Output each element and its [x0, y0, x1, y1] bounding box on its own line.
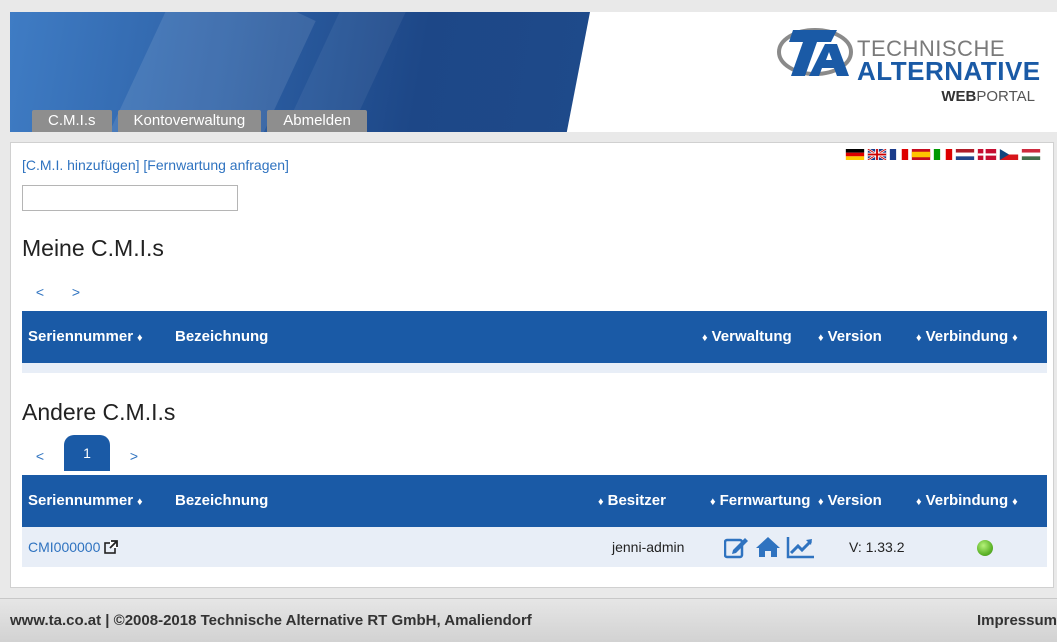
my-cmis-pager: < >: [22, 273, 94, 307]
table-row: CMI000000 jenni-admin V: 1.33.2: [22, 527, 1047, 567]
cmi-serial-link[interactable]: CMI000000: [28, 527, 119, 567]
other-cmis-pager: < 1 >: [22, 435, 152, 471]
request-remote-maintenance-link[interactable]: [Fernwartung anfragen]: [143, 157, 289, 173]
pager-prev[interactable]: <: [22, 277, 58, 307]
flag-cz-icon[interactable]: [999, 149, 1019, 160]
sort-icon: ♦: [818, 496, 824, 508]
remote-actions: [724, 527, 816, 567]
status-online-icon: [977, 540, 993, 557]
footer-copyright: www.ta.co.at | ©2008-2018 Technische Alt…: [10, 612, 532, 629]
flag-it-icon[interactable]: [933, 149, 953, 160]
nav-tab-cmis[interactable]: C.M.I.s: [32, 110, 112, 132]
sort-icon: ♦: [1012, 496, 1018, 508]
col-name[interactable]: Bezeichnung: [175, 475, 268, 527]
col-remote[interactable]: ♦ Fernwartung: [706, 475, 810, 527]
sort-icon: ♦: [137, 496, 143, 508]
flag-es-icon[interactable]: [911, 149, 931, 160]
pager-next[interactable]: >: [116, 441, 152, 471]
sort-icon: ♦: [137, 332, 143, 344]
col-name[interactable]: Bezeichnung: [175, 311, 268, 363]
search-input[interactable]: [22, 185, 238, 211]
main-content: [C.M.I. hinzufügen] [Fernwartung anfrage…: [10, 142, 1054, 588]
header: C.M.I.s Kontoverwaltung Abmelden TECHNIS…: [10, 12, 1057, 132]
flag-de-icon[interactable]: [845, 149, 865, 160]
col-connection[interactable]: ♦ Verbindung ♦: [912, 475, 1022, 527]
table-header: Seriennummer ♦ Bezeichnung ♦ Verwaltung ♦ V…: [22, 311, 1047, 363]
imprint-link[interactable]: Impressum: [977, 612, 1057, 629]
logo-text-webportal: WEBPORTAL: [941, 88, 1035, 105]
logo-text-alternative: ALTERNATIVE: [857, 56, 1041, 86]
flag-nl-icon[interactable]: [955, 149, 975, 160]
chart-icon[interactable]: [786, 535, 816, 559]
sort-icon: ♦: [916, 332, 922, 344]
col-serial[interactable]: Seriennummer ♦: [28, 311, 147, 363]
edit-icon[interactable]: [724, 535, 750, 559]
cmi-version: V: 1.33.2: [849, 539, 905, 555]
flag-hu-icon[interactable]: [1021, 149, 1041, 160]
flag-fr-icon[interactable]: [889, 149, 909, 160]
table-body-empty: [22, 363, 1047, 373]
flag-dk-icon[interactable]: [977, 149, 997, 160]
col-version[interactable]: ♦ Version: [814, 311, 882, 363]
ta-logo-mark-icon: [777, 28, 853, 76]
nav-tab-account[interactable]: Kontoverwaltung: [117, 110, 262, 132]
sort-icon: ♦: [598, 496, 604, 508]
other-cmis-table: Seriennummer ♦ Bezeichnung ♦ Besitzer ♦ Fer…: [22, 475, 1047, 567]
connection-status: [977, 527, 993, 567]
footer: www.ta.co.at | ©2008-2018 Technische Alt…: [0, 598, 1057, 642]
add-cmi-link[interactable]: [C.M.I. hinzufügen]: [22, 157, 140, 173]
col-connection[interactable]: ♦ Verbindung ♦: [912, 311, 1022, 363]
ta-logo: TECHNISCHE ALTERNATIVE WEBPORTAL: [775, 22, 1040, 112]
sort-icon: ♦: [710, 496, 716, 508]
sort-icon: ♦: [818, 332, 824, 344]
sort-icon: ♦: [916, 496, 922, 508]
table-header: Seriennummer ♦ Bezeichnung ♦ Besitzer ♦ Fer…: [22, 475, 1047, 527]
col-admin[interactable]: ♦ Verwaltung: [698, 311, 792, 363]
other-cmis-title: Andere C.M.I.s: [22, 399, 176, 425]
flag-gb-icon[interactable]: [867, 149, 887, 160]
sort-icon: ♦: [1012, 332, 1018, 344]
pager-prev[interactable]: <: [22, 441, 58, 471]
col-owner[interactable]: ♦ Besitzer: [594, 475, 666, 527]
col-version[interactable]: ♦ Version: [814, 475, 882, 527]
pager-next[interactable]: >: [58, 277, 94, 307]
external-link-icon[interactable]: [104, 540, 119, 554]
main-nav: C.M.I.s Kontoverwaltung Abmelden: [32, 110, 367, 132]
table-body: CMI000000 jenni-admin V: 1.33.2: [22, 527, 1047, 567]
my-cmis-table: Seriennummer ♦ Bezeichnung ♦ Verwaltung ♦ V…: [22, 311, 1047, 373]
pager-page-current[interactable]: 1: [64, 435, 110, 471]
language-flags: [845, 149, 1041, 160]
home-icon[interactable]: [754, 535, 782, 559]
sort-icon: ♦: [702, 332, 708, 344]
my-cmis-title: Meine C.M.I.s: [22, 235, 164, 261]
cmi-actions: [C.M.I. hinzufügen] [Fernwartung anfrage…: [22, 157, 289, 173]
cmi-owner: jenni-admin: [612, 539, 685, 555]
col-serial[interactable]: Seriennummer ♦: [28, 475, 147, 527]
nav-tab-logout[interactable]: Abmelden: [267, 110, 367, 132]
